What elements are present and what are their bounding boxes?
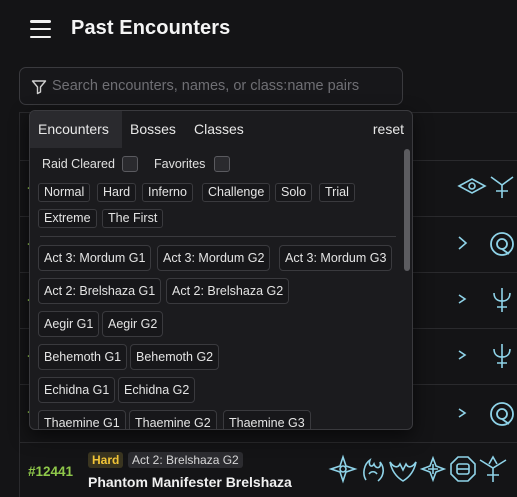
search-input[interactable] (52, 76, 392, 96)
class-icon (493, 344, 511, 368)
class-icon-6 (479, 455, 507, 482)
raid-chip[interactable]: Aegir G2 (102, 311, 164, 337)
class-icons (457, 285, 517, 315)
class-icon-3 (389, 461, 417, 482)
tab-encounters[interactable]: Encounters (30, 111, 122, 148)
raid-badge: Act 2: Brelshaza G2 (128, 452, 243, 468)
class-icon-2 (363, 458, 384, 482)
raid-chip[interactable]: Thaemine G2 (129, 410, 217, 429)
class-icon (490, 232, 514, 256)
raid-chip[interactable]: Act 2: Brelshaza G2 (166, 278, 290, 304)
encounter-id[interactable]: #12441 (28, 464, 73, 479)
class-icons (457, 171, 517, 201)
difficulty-chip-extreme[interactable]: Extreme (38, 209, 97, 228)
divider (40, 236, 396, 237)
raid-cleared-checkbox[interactable] (122, 156, 138, 172)
encounter-row[interactable]: #12441 Hard Act 2: Brelshaza G2 Phantom … (19, 442, 517, 497)
raid-chip[interactable]: Act 3: Mordum G2 (157, 245, 271, 271)
difficulty-chip-the-first[interactable]: The First (102, 209, 164, 228)
class-icons (457, 399, 517, 429)
app-header: Past Encounters (0, 0, 517, 58)
class-icon-4 (419, 455, 447, 483)
class-icon (458, 350, 467, 360)
raid-chip[interactable]: Act 2: Brelshaza G1 (38, 278, 162, 304)
difficulty-chip-normal[interactable]: Normal (38, 183, 91, 202)
favorites-checkbox[interactable] (214, 156, 230, 172)
class-icons (457, 341, 517, 371)
difficulty-badge: Hard (88, 452, 124, 468)
class-icon (458, 408, 467, 418)
class-icon (457, 178, 487, 194)
class-icon (490, 176, 514, 198)
filter-tabs: Encounters Bosses Classes reset (30, 111, 412, 148)
class-icon (458, 236, 468, 250)
page-title: Past Encounters (71, 17, 231, 39)
raid-chip[interactable]: Behemoth G2 (130, 344, 220, 370)
menu-icon[interactable] (30, 20, 51, 38)
raid-chip[interactable]: Behemoth G1 (38, 344, 128, 370)
tab-classes[interactable]: Classes (186, 111, 252, 148)
difficulty-chip-challenge[interactable]: Challenge (202, 183, 271, 202)
class-icon (493, 288, 511, 312)
filter-icon[interactable] (31, 79, 47, 95)
class-icons (328, 454, 508, 486)
difficulty-chip-trial[interactable]: Trial (319, 183, 355, 202)
difficulty-chip-hard[interactable]: Hard (97, 183, 137, 202)
favorites-label: Favorites (154, 157, 206, 171)
raid-chip[interactable]: Thaemine G3 (223, 410, 311, 429)
difficulty-chip-solo[interactable]: Solo (275, 183, 313, 202)
raid-chip[interactable]: Act 3: Mordum G1 (38, 245, 152, 271)
panel-scrollbar[interactable] (404, 149, 410, 425)
class-icon (458, 294, 467, 304)
raid-chip[interactable]: Aegir G1 (38, 311, 100, 337)
scroll-thumb[interactable] (404, 149, 410, 271)
reset-button[interactable]: reset (373, 111, 404, 148)
boss-name: Phantom Manifester Brelshaza (88, 474, 292, 490)
class-icon-5 (450, 456, 476, 482)
raid-chip[interactable]: Thaemine G1 (38, 410, 126, 429)
search-bar (19, 67, 403, 105)
raid-chip[interactable]: Act 3: Mordum G3 (279, 245, 393, 271)
raid-chip[interactable]: Echidna G1 (38, 377, 116, 403)
filter-content: Raid Cleared Favorites Normal Hard Infer… (30, 148, 404, 429)
class-icon (490, 402, 514, 426)
class-icons (457, 229, 517, 259)
raid-chip[interactable]: Echidna G2 (118, 377, 196, 403)
raid-cleared-label: Raid Cleared (42, 157, 115, 171)
tab-bosses[interactable]: Bosses (122, 111, 184, 148)
difficulty-chip-inferno[interactable]: Inferno (142, 183, 193, 202)
class-icon-1 (328, 454, 358, 484)
filter-panel: Encounters Bosses Classes reset Raid Cle… (29, 110, 413, 430)
